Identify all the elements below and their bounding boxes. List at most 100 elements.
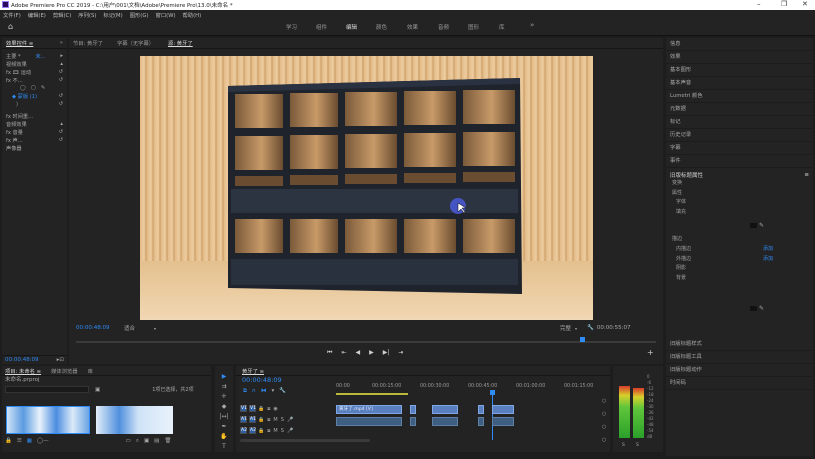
ellipse-mask-icon[interactable]: ◯: [20, 85, 26, 91]
reset-icon[interactable]: ↺: [59, 137, 63, 143]
video-clip[interactable]: [432, 405, 458, 414]
new-item-icon[interactable]: ▤: [154, 438, 159, 444]
tab-effect-controls[interactable]: 效果控件 ≡: [6, 39, 33, 47]
panel-effects[interactable]: 效果: [666, 51, 813, 64]
media-thumbnail-2[interactable]: [96, 406, 173, 434]
video-clip[interactable]: [410, 405, 416, 414]
track-target-a1[interactable]: A1: [249, 416, 256, 423]
list-view-icon[interactable]: ☰: [17, 438, 22, 444]
workspace-effects[interactable]: 效果: [407, 23, 418, 31]
program-playhead[interactable]: [580, 337, 585, 342]
panel-history[interactable]: 历史记录: [666, 129, 813, 142]
new-bin-icon[interactable]: ▣: [95, 387, 100, 393]
sync-lock-icon[interactable]: ⧈: [267, 406, 270, 412]
tab-captions[interactable]: 字幕（无字幕）: [117, 39, 154, 47]
audio-clip[interactable]: [492, 417, 514, 426]
reset-icon[interactable]: ↺: [59, 93, 63, 99]
video-clip[interactable]: [492, 405, 514, 414]
pen-mask-icon[interactable]: ✎: [41, 85, 45, 91]
prop-shadow[interactable]: 阴影: [672, 264, 813, 274]
minimize-button[interactable]: –: [757, 0, 761, 8]
close-button[interactable]: ✕: [802, 0, 808, 8]
reset-icon[interactable]: ↺: [59, 69, 63, 75]
video-clip[interactable]: 黄牙了.mp4 [V]: [336, 405, 402, 414]
nest-icon[interactable]: ⧉: [243, 388, 247, 395]
type-tool-icon[interactable]: T: [222, 443, 226, 450]
menu-clip[interactable]: 剪辑(C): [53, 11, 71, 19]
effect-row-opacity[interactable]: fx 不... ↺: [2, 76, 67, 84]
quality-dropdown-icon[interactable]: ▾: [575, 326, 577, 331]
program-scrubber[interactable]: [76, 341, 656, 343]
solo-left-button[interactable]: S: [622, 443, 625, 448]
background-color-swatch[interactable]: [750, 306, 757, 311]
panel-legacy-title-tools[interactable]: 旧版标题工具: [666, 351, 813, 364]
panel-events[interactable]: 事件: [666, 155, 813, 168]
video-clip[interactable]: [478, 405, 484, 414]
step-back-icon[interactable]: ◀: [355, 349, 360, 357]
reset-icon[interactable]: ↺: [59, 129, 63, 135]
mask-row[interactable]: ◆ 蒙版 (1) ↺: [2, 92, 67, 100]
microphone-icon[interactable]: 🎤: [287, 428, 293, 434]
panel-markers[interactable]: 标记: [666, 116, 813, 129]
source-patch-v1[interactable]: V1: [240, 405, 247, 412]
filter-icon[interactable]: ▸⊡: [57, 357, 64, 363]
media-thumbnail-1[interactable]: [6, 406, 90, 434]
scroll-handle-icon[interactable]: ○: [602, 437, 607, 443]
prop-fill[interactable]: 填充: [672, 208, 813, 218]
collapse-icon[interactable]: ▴: [60, 121, 63, 127]
mute-button[interactable]: M: [273, 428, 277, 434]
prop-stroke[interactable]: 描边: [672, 235, 813, 245]
scroll-handle-icon[interactable]: ○: [602, 398, 607, 404]
tab-program[interactable]: 节目: 黄牙了: [73, 39, 103, 47]
track-select-tool-icon[interactable]: ⇉: [221, 383, 226, 390]
audio-clip[interactable]: [432, 417, 458, 426]
prop-inner-stroke[interactable]: 内描边: [676, 245, 691, 255]
sync-lock-icon[interactable]: ⧈: [267, 417, 270, 423]
lock-track-icon[interactable]: 🔒: [258, 417, 264, 423]
menu-edit[interactable]: 编辑(E): [28, 11, 46, 19]
reset-icon[interactable]: ↺: [59, 101, 63, 107]
program-timecode[interactable]: 00:00:48:09: [76, 325, 124, 331]
quality-select[interactable]: 完整: [560, 324, 571, 332]
solo-button[interactable]: S: [281, 417, 284, 423]
audio-clip[interactable]: [336, 417, 402, 426]
zoom-dropdown-icon[interactable]: ▾: [154, 326, 156, 331]
lock-track-icon[interactable]: 🔒: [258, 428, 264, 434]
tab-libraries[interactable]: 库: [88, 367, 93, 375]
tab-sequence[interactable]: 黄牙了 ≡: [242, 367, 264, 375]
effect-row-panner[interactable]: 声像器: [2, 144, 67, 152]
icon-view-icon[interactable]: ▦: [27, 438, 32, 444]
prop-background[interactable]: 背景: [672, 274, 813, 284]
master-value[interactable]: 未...: [35, 53, 45, 60]
tab-project[interactable]: 项目: 未命名 ≡: [5, 367, 41, 375]
solo-button[interactable]: S: [281, 428, 284, 434]
settings-wrench-icon[interactable]: 🔧: [279, 388, 286, 395]
workspace-assembly[interactable]: 组件: [316, 23, 327, 31]
timeline-zoom-scrollbar[interactable]: [240, 439, 370, 442]
panel-timecode[interactable]: 时间码: [666, 377, 813, 390]
collapse-icon[interactable]: ▴: [60, 61, 63, 67]
go-to-out-icon[interactable]: ⇥: [398, 349, 403, 357]
tab-source[interactable]: 源: 黄牙了: [168, 39, 193, 47]
effect-row-channel[interactable]: fx 声... ↺: [2, 136, 67, 144]
workspace-editing[interactable]: 编辑: [346, 23, 357, 31]
panel-legacy-title-styles[interactable]: 旧版标题样式: [666, 338, 813, 351]
pen-tool-icon[interactable]: ✒: [221, 423, 226, 430]
panel-essential-graphics[interactable]: 基本图形: [666, 64, 813, 77]
track-target-v1[interactable]: V1: [249, 405, 256, 412]
fill-color-swatch[interactable]: [750, 223, 757, 228]
eyedropper-icon[interactable]: ✎: [759, 305, 764, 312]
project-search-input[interactable]: [5, 386, 89, 393]
menu-graphics[interactable]: 图形(G): [130, 11, 149, 19]
folder-icon[interactable]: ▣: [144, 438, 149, 444]
snap-icon[interactable]: ∩: [252, 388, 256, 395]
menu-help[interactable]: 帮助(H): [183, 11, 202, 19]
audio-clip[interactable]: [410, 417, 416, 426]
slip-tool-icon[interactable]: |↔|: [219, 413, 228, 420]
panel-captions[interactable]: 字幕: [666, 142, 813, 155]
new-bin-bottom-icon[interactable]: ▭: [126, 438, 131, 444]
wrench-icon[interactable]: 🔧: [587, 325, 594, 331]
workspace-graphics[interactable]: 图形: [468, 23, 479, 31]
effect-row-motion[interactable]: fx 🎞 运动 ↺: [2, 68, 67, 76]
zoom-slider-icon[interactable]: ◯—: [37, 438, 49, 444]
